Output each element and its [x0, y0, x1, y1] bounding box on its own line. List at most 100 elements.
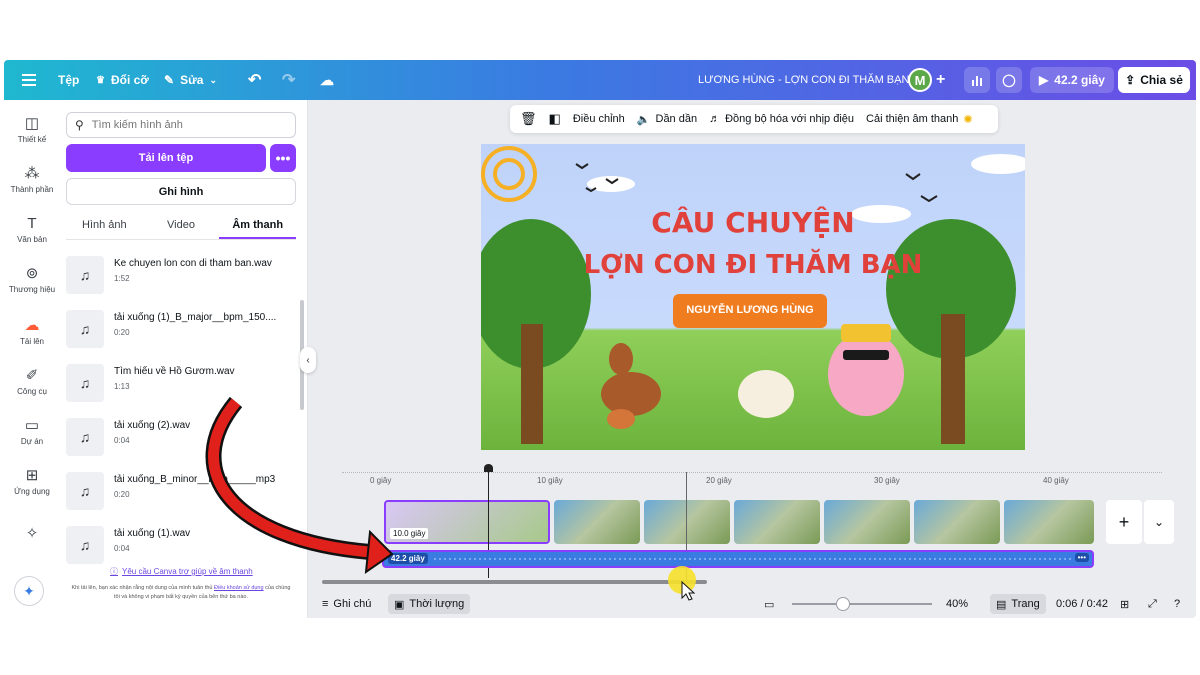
edit-menu[interactable]: ✎ Sửa ⌄ — [164, 60, 217, 100]
notes-icon: ≡ — [322, 598, 329, 610]
play-icon: ▶ — [1039, 73, 1049, 87]
music-note-icon: ♫ — [66, 364, 104, 402]
rail-item-brand[interactable]: ⊚ Thương hiệu — [4, 264, 60, 308]
chevron-down-icon[interactable]: ⌄ — [1144, 500, 1174, 544]
rail-item-elements[interactable]: ⁂ Thành phần — [4, 164, 60, 208]
design-canvas[interactable]: CÂU CHUYỆN LỢN CON ĐI THĂM BẠN NGUYỄN LƯ… — [481, 144, 1025, 450]
timeline-clip[interactable] — [554, 500, 640, 544]
list-item[interactable]: ♫ Tìm hiểu về Hồ Gươm.wav 1:13 — [66, 364, 291, 406]
title-line-1[interactable]: CÂU CHUYỆN — [481, 206, 1025, 239]
playback-time: 0:06 / 0:42 — [1056, 598, 1108, 610]
tab-images[interactable]: Hình ảnh — [66, 212, 143, 239]
clip-duration: 10.0 giây — [390, 528, 429, 539]
pages-button[interactable]: ▤ Trang — [990, 594, 1046, 614]
avatar[interactable]: M — [908, 68, 932, 92]
timer-icon: ▣ — [394, 598, 405, 611]
cloud-saved-icon[interactable]: ☁ — [320, 60, 334, 100]
timeline-clip[interactable] — [1004, 500, 1094, 544]
rail-item-design[interactable]: ◫ Thiết kế — [4, 114, 60, 158]
zoom-slider-handle[interactable] — [836, 597, 850, 611]
timeline-clip[interactable] — [644, 500, 730, 544]
zoom-level[interactable]: 40% — [946, 594, 968, 614]
rail-item-uploads[interactable]: ☁ Tải lên — [4, 316, 60, 360]
rail-item-magic[interactable]: ✧ — [4, 524, 60, 568]
collapse-panel-button[interactable]: ‹ — [300, 347, 316, 373]
split-icon[interactable]: ◧ — [549, 111, 561, 127]
ruler — [342, 472, 1162, 473]
hamburger-menu-icon[interactable] — [22, 60, 36, 100]
adjust-button[interactable]: Điều chỉnh — [573, 113, 625, 125]
resize-menu[interactable]: ♛ Đổi cỡ — [96, 60, 149, 100]
play-button[interactable]: ▶ 42.2 giây — [1030, 67, 1114, 93]
canva-assistant-button[interactable]: ✦ — [14, 576, 44, 606]
tick-label: 10 giây — [537, 476, 563, 485]
tab-audio[interactable]: Âm thanh — [219, 212, 297, 239]
rail-item-projects[interactable]: ▭ Dự án — [4, 416, 60, 460]
notes-button[interactable]: ≡ Ghi chú — [322, 594, 371, 614]
record-button[interactable]: Ghi hình — [66, 178, 296, 205]
timeline-clip[interactable] — [914, 500, 1000, 544]
audio-duration-badge: 42.2 giây — [388, 553, 428, 564]
timeline-clip[interactable] — [734, 500, 820, 544]
undo-icon[interactable]: ↶ — [248, 60, 261, 100]
grid-view-icon[interactable]: ⊞ — [1120, 594, 1129, 614]
horizontal-scroll-thumb[interactable] — [322, 580, 707, 584]
canvas-illustration — [481, 146, 1025, 444]
timeline-clip[interactable] — [824, 500, 910, 544]
more-icon[interactable]: ••• — [1074, 553, 1089, 562]
list-item[interactable]: ♫ tải xuống (2).wav 0:04 — [66, 418, 291, 460]
rail-item-text[interactable]: T Văn bản — [4, 214, 60, 258]
tick-label: 40 giây — [1043, 476, 1069, 485]
sparkle-badge-icon: ✺ — [963, 113, 973, 126]
fullscreen-icon[interactable]: ⤢ — [1148, 594, 1157, 614]
upload-files-button[interactable]: Tải lên tệp — [66, 144, 266, 172]
audio-help-link[interactable]: ⓘ Yêu cầu Canva trợ giúp về âm thanh — [110, 566, 253, 577]
comment-icon[interactable]: ◯ — [996, 67, 1022, 93]
music-note-icon: ♫ — [66, 256, 104, 294]
add-page-button[interactable]: + — [1106, 500, 1142, 544]
panel-tabs: Hình ảnh Video Âm thanh — [66, 212, 297, 240]
text-icon: T — [27, 214, 37, 232]
list-item[interactable]: ♫ Ke chuyen lon con di tham ban.wav 1:52 — [66, 256, 291, 298]
tab-video[interactable]: Video — [143, 212, 220, 239]
search-field[interactable]: ⚲ — [66, 112, 296, 138]
upload-disclaimer: Khi tải lên, bạn xác nhận rằng nội dung … — [71, 585, 291, 600]
title-line-2[interactable]: LỢN CON ĐI THĂM BẠN — [481, 250, 1025, 280]
audio-waveform — [434, 558, 1074, 560]
trash-icon[interactable]: 🗑 — [520, 111, 537, 127]
crown-icon: ♛ — [96, 74, 105, 86]
more-options-button[interactable]: ••• — [270, 144, 296, 172]
fade-button[interactable]: 🔈 Dần dần — [637, 113, 697, 126]
zoom-slider[interactable] — [792, 603, 932, 605]
search-input[interactable] — [91, 119, 272, 131]
apps-icon: ⊞ — [25, 467, 39, 484]
help-icon[interactable]: ? — [1174, 594, 1180, 614]
search-icon: ⚲ — [75, 118, 84, 132]
playhead-handle[interactable] — [484, 464, 493, 472]
beat-sync-button[interactable]: ♬ Đồng bộ hóa với nhịp điệu — [709, 113, 854, 125]
tools-icon: ✐ — [25, 367, 39, 384]
list-item[interactable]: ♫ tải xuống (1).wav 0:04 — [66, 526, 291, 568]
enhance-audio-button[interactable]: Cải thiện âm thanh ✺ — [866, 113, 973, 126]
author-name[interactable]: NGUYỄN LƯƠNG HÙNG — [673, 304, 827, 316]
audio-context-toolbar: 🗑 ◧ Điều chỉnh 🔈 Dần dần ♬ Đồng bộ hóa với… — [510, 105, 998, 133]
fit-icon[interactable]: ▭ — [764, 594, 774, 614]
terms-link[interactable]: Điều khoản sử dụng — [214, 585, 264, 591]
brand-icon: ⊚ — [25, 265, 39, 282]
share-button[interactable]: ⇪ Chia sẻ — [1118, 67, 1190, 93]
document-title[interactable]: LƯƠNG HÙNG - LỢN CON ĐI THĂM BẠN — [698, 60, 909, 100]
list-item[interactable]: ♫ tải xuống_B_minor__bpm_____mp3 0:20 — [66, 472, 291, 514]
music-note-icon: ♫ — [66, 310, 104, 348]
music-note-icon: ♫ — [66, 526, 104, 564]
add-collaborator-icon[interactable]: + — [936, 60, 945, 100]
rail-item-tools[interactable]: ✐ Công cụ — [4, 366, 60, 410]
rail-item-apps[interactable]: ⊞ Ứng dụng — [4, 466, 60, 510]
design-icon: ◫ — [24, 115, 40, 132]
timeline-clip-1[interactable]: 10.0 giây — [384, 500, 550, 544]
insights-icon[interactable] — [964, 67, 990, 93]
duration-button[interactable]: ▣ Thời lượng — [388, 594, 471, 614]
list-item[interactable]: ♫ tải xuống (1)_B_major__bpm_150.... 0:20 — [66, 310, 291, 352]
redo-icon[interactable]: ↷ — [282, 60, 295, 100]
file-menu[interactable]: Tệp — [58, 60, 79, 100]
audio-track[interactable]: 42.2 giây ••• — [382, 550, 1094, 568]
